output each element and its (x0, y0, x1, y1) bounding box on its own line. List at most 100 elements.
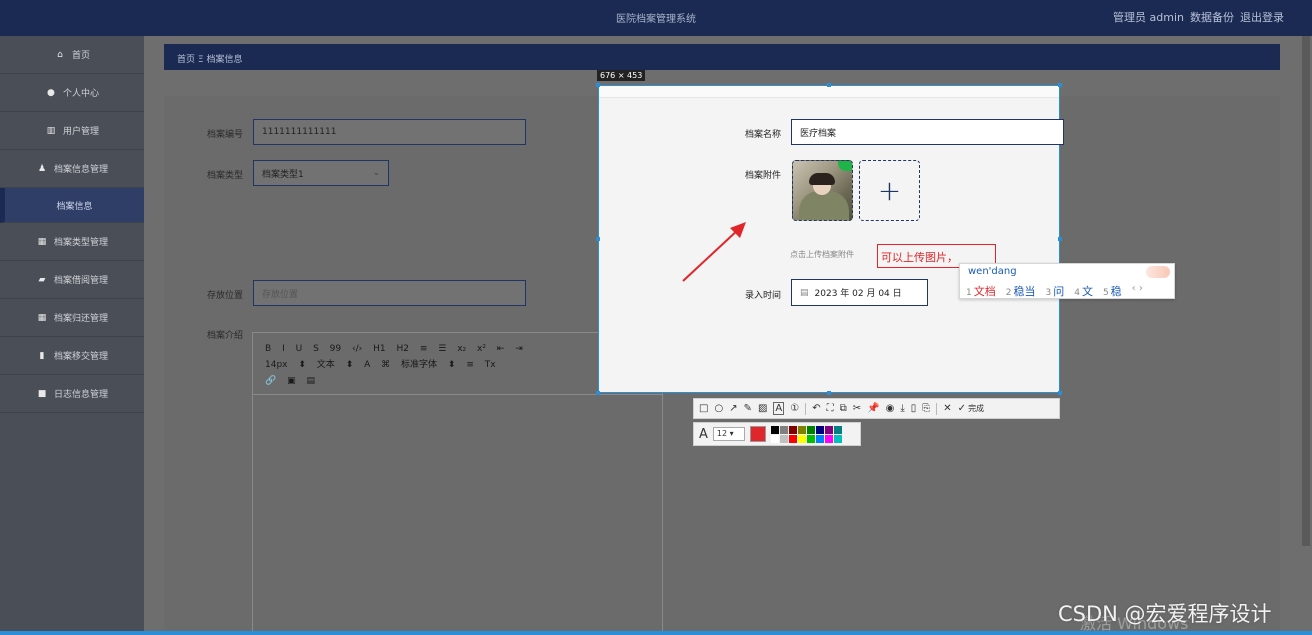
h2-button[interactable]: H2 (396, 344, 409, 354)
text-tool-icon[interactable]: A (773, 402, 785, 415)
color-swatch[interactable] (797, 425, 806, 434)
color-swatch[interactable] (833, 425, 842, 434)
indent-button[interactable]: ⇥ (515, 344, 523, 354)
code-input[interactable]: 1111111111111 (253, 119, 526, 145)
sidebar-subitem-archive-info[interactable]: 档案信息 (0, 188, 144, 223)
number-tool-icon[interactable]: ① (790, 403, 799, 414)
text-style-select[interactable]: 文本 (317, 360, 335, 370)
ime-candidate[interactable]: 2 稳当 (1006, 283, 1036, 299)
italic-button[interactable]: I (282, 344, 285, 354)
color-swatch[interactable] (824, 425, 833, 434)
ime-candidate[interactable]: 1 文档 (966, 283, 996, 299)
bookmark-icon[interactable]: ⎘ (922, 403, 930, 414)
sidebar-item-archive-type[interactable]: ▦ 档案类型管理 (0, 223, 144, 261)
color-swatch[interactable] (788, 425, 797, 434)
sidebar-item-users[interactable]: ▥ 用户管理 (0, 112, 144, 150)
superscript-button[interactable]: x² (477, 344, 486, 354)
calendar-icon: ▤ (800, 287, 809, 298)
sidebar-item-logs[interactable]: ■ 日志信息管理 (0, 375, 144, 413)
color-swatch[interactable] (797, 434, 806, 443)
ime-candidate[interactable]: 5稳 (1103, 283, 1122, 299)
font-color-button[interactable]: A (364, 360, 370, 370)
bold-button[interactable]: B (265, 344, 271, 354)
undo-icon[interactable]: ↶ (812, 403, 820, 414)
strike-button[interactable]: S (313, 344, 319, 354)
location-input[interactable]: 存放位置 (253, 280, 526, 306)
pin-icon[interactable]: 📌 (867, 403, 879, 414)
font-size-select[interactable]: 14px (265, 360, 288, 370)
outdent-button[interactable]: ⇤ (497, 344, 505, 354)
resize-handle[interactable] (827, 83, 831, 87)
long-screenshot-icon[interactable]: ⛶ (827, 403, 834, 414)
sidebar-item-borrow[interactable]: ▰ 档案借阅管理 (0, 261, 144, 299)
resize-handle[interactable] (596, 391, 600, 395)
resize-handle[interactable] (596, 83, 600, 87)
breadcrumb-home[interactable]: 首页 (177, 55, 195, 65)
pen-tool-icon[interactable]: ✎ (744, 403, 752, 414)
code-button[interactable]: ‹/› (352, 344, 362, 354)
ocr-icon[interactable]: ⧉ (840, 403, 847, 414)
ime-candidate[interactable]: 4文 (1074, 283, 1093, 299)
align-button[interactable]: ≡ (466, 360, 474, 370)
background-color-button[interactable]: ⌘ (381, 360, 390, 370)
upload-plus-button[interactable]: + (859, 160, 920, 221)
resize-handle[interactable] (827, 391, 831, 395)
h1-button[interactable]: H1 (373, 344, 386, 354)
sidebar-item-return[interactable]: ▦ 档案归还管理 (0, 299, 144, 337)
sidebar-item-transfer[interactable]: ▮ 档案移交管理 (0, 337, 144, 375)
ellipse-tool-icon[interactable]: ○ (714, 403, 723, 414)
backup-link[interactable]: 数据备份 (1190, 9, 1234, 25)
download-icon[interactable]: ⤓ (900, 403, 904, 414)
name-input[interactable]: 医疗档案 (791, 119, 1064, 145)
video-button[interactable]: ▤ (306, 376, 315, 386)
color-swatch[interactable] (815, 425, 824, 434)
font-size-dropdown[interactable]: 12 ▾ (712, 427, 745, 441)
color-swatch[interactable] (788, 434, 797, 443)
time-input[interactable]: ▤ 2023 年 02 月 04 日 (791, 279, 928, 306)
time-input-value: 2023 年 02 月 04 日 (814, 289, 902, 299)
phone-icon[interactable]: ▯ (911, 403, 917, 414)
color-swatch[interactable] (806, 425, 815, 434)
underline-button[interactable]: U (296, 344, 303, 354)
type-select[interactable]: 档案类型1 ⌄ (253, 160, 389, 186)
mosaic-tool-icon[interactable]: ▨ (758, 403, 767, 414)
color-swatch[interactable] (770, 425, 779, 434)
sidebar-item-profile[interactable]: ● 个人中心 (0, 74, 144, 112)
record-icon[interactable]: ◉ (886, 403, 895, 414)
crop-icon[interactable]: ✂ (853, 403, 861, 414)
attachment-thumbnail[interactable] (792, 160, 853, 221)
sidebar-item-label: 档案移交管理 (53, 352, 108, 362)
subscript-button[interactable]: x₂ (457, 344, 466, 354)
ime-candidate[interactable]: 3问 (1045, 283, 1064, 299)
color-swatch[interactable] (779, 425, 788, 434)
close-icon[interactable]: ✕ (943, 403, 951, 414)
font-family-select[interactable]: 标准字体 (401, 360, 437, 370)
resize-handle[interactable] (1058, 391, 1062, 395)
link-button[interactable]: 🔗 (265, 376, 276, 386)
color-swatch[interactable] (806, 434, 815, 443)
bullet-list-button[interactable]: ☰ (438, 344, 446, 354)
arrow-tool-icon[interactable]: ↗ (729, 403, 737, 414)
sidebar-item-archive-info-mgmt[interactable]: ♟ 档案信息管理 (0, 150, 144, 188)
logout-link[interactable]: 退出登录 (1240, 9, 1284, 25)
resize-handle[interactable] (1058, 237, 1062, 241)
clear-format-button[interactable]: Tx (485, 360, 496, 370)
color-swatch[interactable] (815, 434, 824, 443)
ordered-list-button[interactable]: ≡ (420, 344, 428, 354)
page-scrollbar[interactable] (1302, 36, 1310, 546)
image-button[interactable]: ▣ (287, 376, 296, 386)
confirm-button[interactable]: ✓ 完成 (958, 403, 984, 414)
color-swatch[interactable] (824, 434, 833, 443)
color-swatch[interactable] (833, 434, 842, 443)
current-color-swatch[interactable] (749, 426, 766, 442)
quote-button[interactable]: 99 (330, 344, 341, 354)
resize-handle[interactable] (1058, 83, 1062, 87)
color-swatch[interactable] (779, 434, 788, 443)
person-card-icon: ♟ (37, 163, 47, 174)
color-swatch[interactable] (770, 434, 779, 443)
resize-handle[interactable] (596, 237, 600, 241)
rectangle-tool-icon[interactable]: □ (699, 403, 708, 414)
ime-logo-icon (1146, 266, 1170, 278)
ime-page-arrows[interactable]: ‹ › (1132, 283, 1143, 299)
sidebar-item-home[interactable]: ⌂ 首页 (0, 36, 144, 74)
